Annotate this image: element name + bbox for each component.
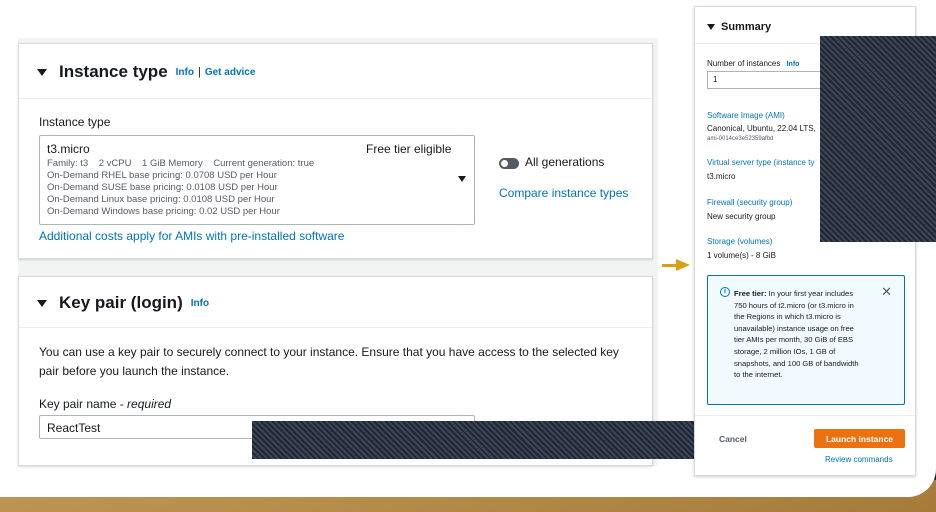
pricing-linux: On-Demand Linux base pricing: 0.0108 USD… [47, 194, 275, 205]
collapse-caret-icon[interactable] [707, 24, 715, 30]
free-tier-line: the Regions in which t3.micro is [734, 312, 841, 322]
free-tier-line: storage, 2 million IOs, 1 GB of [734, 346, 836, 356]
all-generations-toggle[interactable] [499, 158, 519, 169]
key-pair-heading: Key pair (login) [59, 293, 183, 312]
firewall-value: New security group [707, 212, 776, 221]
instances-label-text: Number of instances [707, 59, 781, 68]
free-tier-text: Free tier: In your first year includes 7… [734, 288, 884, 381]
storage-link[interactable]: Storage (volumes) [707, 237, 772, 246]
key-pair-label-text: Key pair name - [39, 397, 128, 411]
free-tier-title: Free tier: [734, 289, 767, 298]
ami-link[interactable]: Software Image (AMI) [707, 111, 785, 120]
all-generations-label: All generations [525, 155, 605, 169]
summary-heading: Summary [721, 21, 772, 33]
instance-type-info-link[interactable]: Info [176, 67, 194, 78]
cancel-button[interactable]: Cancel [719, 434, 747, 444]
review-commands-link[interactable]: Review commands [825, 455, 893, 464]
summary-footer-divider [695, 415, 915, 416]
free-tier-line: unavailable) instance usage on free [734, 323, 854, 333]
instance-type-select[interactable]: t3.micro Free tier eligible Family: t3 2… [39, 135, 475, 225]
redaction-overlay [252, 421, 704, 459]
free-tier-line: In your first year includes [768, 289, 854, 298]
panel-divider [19, 98, 652, 99]
launch-instance-button[interactable]: Launch instance [814, 429, 905, 448]
free-tier-line: snapshots, and 100 GB of bandwidth [734, 358, 859, 368]
free-tier-alert: i ✕ Free tier: In your first year includ… [707, 275, 905, 405]
firewall-link[interactable]: Firewall (security group) [707, 198, 792, 207]
redaction-overlay [820, 36, 936, 242]
summary-header[interactable]: Summary [707, 21, 771, 33]
get-advice-link[interactable]: Get advice [205, 67, 256, 78]
storage-value: 1 volume(s) - 8 GiB [707, 251, 776, 260]
additional-costs-link[interactable]: Additional costs apply for AMIs with pre… [39, 229, 344, 243]
free-tier-line: 750 hours of t2.micro (or t3.micro in [734, 300, 854, 310]
server-type-link[interactable]: Virtual server type (instance ty [707, 158, 814, 167]
dropdown-caret-icon[interactable] [458, 176, 466, 182]
info-circle-icon: i [720, 287, 730, 297]
console-screen: Instance type Info | Get advice Instance… [0, 0, 936, 497]
instances-value: 1 [713, 75, 718, 84]
required-marker: required [127, 397, 172, 411]
free-tier-line: tier AMIs per month, 30 GiB of EBS [734, 335, 854, 345]
instance-type-heading: Instance type [59, 62, 168, 81]
key-pair-header[interactable]: Key pair (login) Info [37, 293, 209, 313]
instance-type-field-label: Instance type [39, 115, 111, 129]
pricing-windows: On-Demand Windows base pricing: 0.02 USD… [47, 206, 280, 217]
instance-type-panel: Instance type Info | Get advice Instance… [18, 43, 653, 259]
server-type-value: t3.micro [707, 172, 736, 181]
instances-label: Number of instances Info [707, 59, 799, 68]
key-pair-description: You can use a key pair to securely conne… [39, 345, 619, 378]
key-pair-name-label: Key pair name - required [39, 397, 171, 411]
key-pair-value: ReactTest [47, 421, 101, 435]
instances-input[interactable]: 1 [707, 71, 827, 89]
collapse-caret-icon[interactable] [37, 68, 47, 76]
selected-instance-name: t3.micro [47, 142, 90, 156]
collapse-caret-icon[interactable] [37, 299, 47, 307]
link-separator: | [197, 66, 201, 78]
key-pair-info-link[interactable]: Info [191, 298, 209, 309]
ami-value: Canonical, Ubuntu, 22.04 LTS, [707, 124, 816, 133]
panel-divider [19, 327, 652, 328]
pricing-rhel: On-Demand RHEL base pricing: 0.0708 USD … [47, 170, 277, 181]
instances-info-link[interactable]: Info [787, 61, 800, 68]
instance-type-header[interactable]: Instance type Info | Get advice [37, 62, 255, 82]
free-tier-line: to the internet. [734, 370, 783, 380]
ami-id: ami-0014ce3e52359afbd [707, 136, 774, 142]
pointer-arrow-icon [676, 259, 690, 271]
content-column: Instance type Info | Get advice Instance… [18, 38, 658, 466]
pricing-suse: On-Demand SUSE base pricing: 0.0108 USD … [47, 182, 278, 193]
free-tier-badge: Free tier eligible [366, 142, 452, 156]
instance-specs: Family: t3 2 vCPU 1 GiB Memory Current g… [47, 158, 315, 169]
compare-instance-types-link[interactable]: Compare instance types [499, 186, 628, 200]
